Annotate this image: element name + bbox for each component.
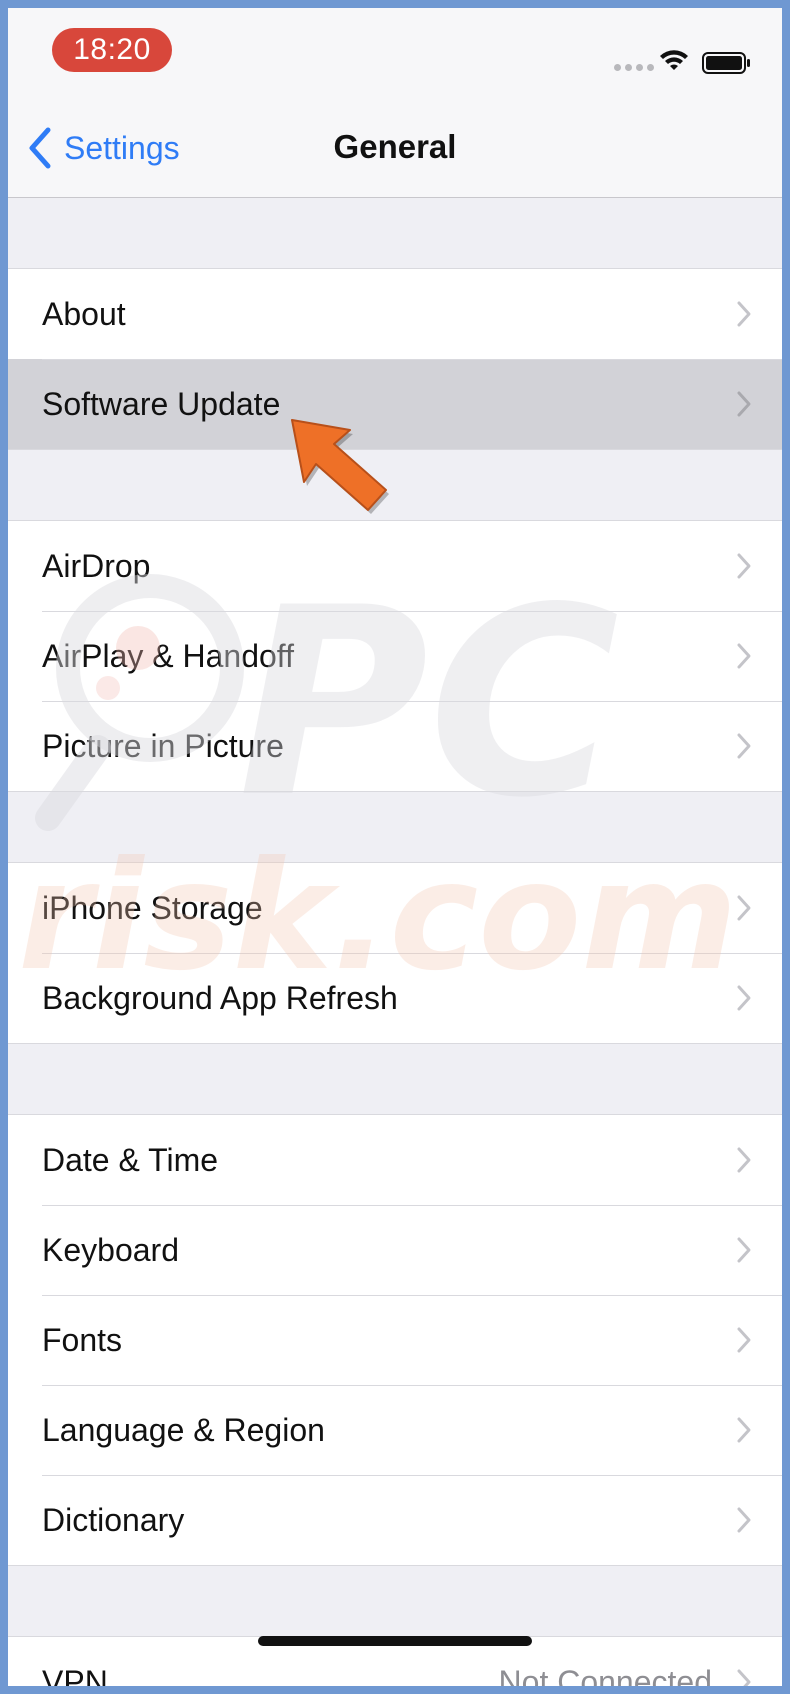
row-language-region[interactable]: Language & Region xyxy=(8,1385,782,1475)
row-date-time[interactable]: Date & Time xyxy=(8,1115,782,1205)
pointer-arrow-icon xyxy=(291,419,389,514)
chevron-right-icon xyxy=(737,1327,751,1353)
row-iphone-storage[interactable]: iPhone Storage xyxy=(8,863,782,953)
row-label: VPN xyxy=(42,1663,108,1687)
chevron-right-icon xyxy=(737,1669,751,1686)
chevron-right-icon xyxy=(737,1237,751,1263)
page-title: General xyxy=(333,128,457,165)
chevron-right-icon xyxy=(737,1417,751,1443)
row-label: About xyxy=(42,295,126,332)
settings-group-4: Date & Time Keyboard Fonts Language & Re… xyxy=(8,1114,782,1566)
chevron-right-icon xyxy=(737,985,751,1011)
row-label: Background App Refresh xyxy=(42,979,398,1016)
battery-icon xyxy=(702,52,750,74)
settings-group-3: iPhone Storage Background App Refresh xyxy=(8,862,782,1044)
row-fonts[interactable]: Fonts xyxy=(8,1295,782,1385)
chevron-right-icon xyxy=(737,553,751,579)
cellular-signal-icon xyxy=(614,64,654,71)
row-label: AirPlay & Handoff xyxy=(42,637,294,674)
row-label: AirDrop xyxy=(42,547,151,584)
settings-group-2: AirDrop AirPlay & Handoff Picture in Pic… xyxy=(8,520,782,792)
vpn-status-value: Not Connected xyxy=(498,1663,712,1687)
chevron-right-icon xyxy=(737,1147,751,1173)
chevron-right-icon xyxy=(737,391,751,417)
wifi-icon xyxy=(660,50,688,70)
chevron-right-icon xyxy=(737,301,751,327)
status-time[interactable]: 18:20 xyxy=(52,28,172,72)
row-label: Picture in Picture xyxy=(42,727,284,764)
row-keyboard[interactable]: Keyboard xyxy=(8,1205,782,1295)
row-picture-in-picture[interactable]: Picture in Picture xyxy=(8,701,782,791)
row-label: Fonts xyxy=(42,1321,123,1358)
chevron-right-icon xyxy=(737,895,751,921)
row-dictionary[interactable]: Dictionary xyxy=(8,1475,782,1565)
row-about[interactable]: About xyxy=(8,269,782,359)
row-label: Dictionary xyxy=(42,1501,185,1538)
home-indicator[interactable] xyxy=(258,1636,532,1646)
phone-screen: 18:20 Settings General About Software Up… xyxy=(8,8,782,1686)
row-label: iPhone Storage xyxy=(42,889,263,926)
row-label: Date & Time xyxy=(42,1141,219,1178)
row-label: Language & Region xyxy=(42,1411,325,1448)
status-bar: 18:20 xyxy=(8,8,782,98)
row-label: Keyboard xyxy=(42,1231,179,1268)
row-airdrop[interactable]: AirDrop xyxy=(8,521,782,611)
navigation-bar: Settings General xyxy=(8,98,782,198)
row-background-app-refresh[interactable]: Background App Refresh xyxy=(8,953,782,1043)
chevron-right-icon xyxy=(737,1507,751,1533)
row-airplay-handoff[interactable]: AirPlay & Handoff xyxy=(8,611,782,701)
chevron-right-icon xyxy=(737,643,751,669)
row-label: Software Update xyxy=(42,385,281,422)
chevron-right-icon xyxy=(737,733,751,759)
